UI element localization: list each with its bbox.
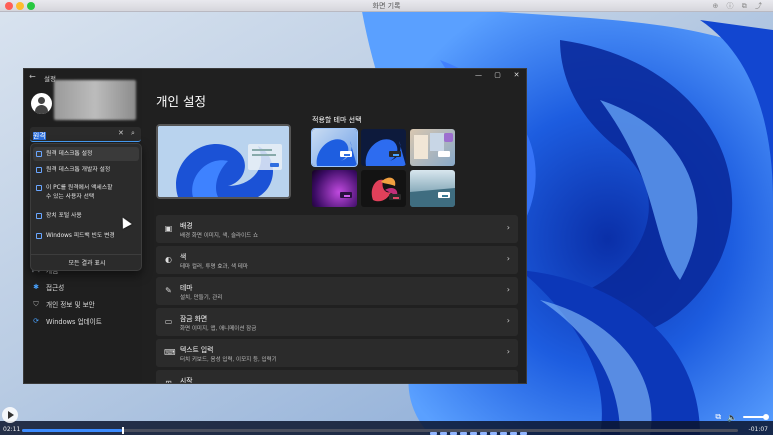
back-arrow-icon[interactable]: ← [29,72,36,81]
clear-search-icon[interactable]: ✕ [118,129,124,137]
keyboard-icon: ⌨ [164,348,176,357]
time-remaining: -01:07 [748,426,768,433]
maximize-button[interactable]: ▢ [488,69,507,83]
theme-tile[interactable] [361,170,406,207]
users-icon [36,185,42,191]
avatar[interactable] [31,93,52,114]
chevron-right-icon: › [506,254,510,263]
shield-icon: ⛉ [33,299,39,308]
lock-screen-icon: ▭ [164,317,173,326]
play-button[interactable] [2,407,18,423]
feedback-icon [36,233,42,239]
minimize-button[interactable]: — [469,69,488,83]
player-toolbar-icons[interactable]: ⊕ ⓘ ⧉ ⤴ [712,1,765,11]
theme-preview [156,124,291,199]
palette-icon: ◐ [165,255,172,264]
playback-scrubber[interactable] [22,427,738,434]
theme-tile[interactable] [410,170,455,207]
window-controls: — ▢ ✕ [469,69,526,83]
image-icon: ▣ [164,224,173,233]
search-result-item[interactable]: 원격 데스크톱 개발자 설정 [33,166,139,175]
player-title: 화면 기록 [372,2,401,10]
device-portal-icon [36,213,42,219]
start-icon: ⊞ [165,379,172,384]
chevron-right-icon: › [506,316,510,325]
preview-image [158,126,289,197]
page-title: 개인 설정 [156,94,206,109]
card-lock-screen[interactable]: ▭ 잠금 화면 화면 이미지, 앱, 애니메이션 잠금 › [156,308,518,336]
theme-tile[interactable] [410,129,455,166]
developer-icon [36,167,42,173]
update-icon: ⟳ [33,317,39,325]
search-result-item[interactable]: 원격 데스크톱 설정 [33,147,139,161]
volume-slider[interactable] [743,414,769,420]
theme-tile[interactable] [361,129,406,166]
chevron-right-icon: › [506,285,510,294]
theme-tile[interactable] [312,170,357,207]
chevron-right-icon: › [506,223,510,232]
search-input[interactable]: 원격 ✕ ⌕ [30,127,141,142]
close-button[interactable]: ✕ [507,69,526,83]
sidebar-item-windows-update[interactable]: ⟳ Windows 업데이트 [32,316,102,326]
playback-progress-fill [22,429,123,432]
search-suggestions: 원격 데스크톱 설정 원격 데스크톱 개발자 설정 이 PC를 원격에서 액세스… [30,143,142,271]
theme-section-label: 적용할 테마 선택 [312,116,362,124]
profile-info-redacted [54,80,136,120]
sidebar-item-privacy[interactable]: ⛉ 개인 정보 및 보안 [32,299,94,310]
card-text-input[interactable]: ⌨ 텍스트 입력 터치 키보드, 음성 입력, 이모지 등, 입력기 › [156,339,518,367]
search-result-item[interactable]: Windows 피드백 빈도 변경 [33,232,139,241]
playback-scrubber-handle[interactable] [122,427,125,434]
card-themes[interactable]: ✎ 테마 설치, 만들기, 관리 › [156,277,518,305]
player-titlebar: 화면 기록 ⊕ ⓘ ⧉ ⤴ [0,0,773,12]
player-right-controls: ⧉ 🔈 [715,412,769,422]
show-all-results-link[interactable]: 모든 결과 표시 [31,258,143,267]
volume-icon[interactable]: 🔈 [727,413,737,422]
settings-window: — ▢ ✕ ← 설정 원격 ✕ ⌕ 🎮게임 ✱접근성 ⛉개인 정보 및 보안 ⟳… [23,68,527,384]
chevron-right-icon: › [506,347,510,356]
sidebar-item-accessibility[interactable]: ✱ 접근성 [32,282,64,292]
brush-icon: ✎ [165,286,172,295]
search-result-item[interactable]: 이 PC를 원격에서 액세스할 수 있는 사용자 선택 [33,184,113,201]
airplay-icon[interactable]: ⧉ [715,412,721,422]
card-colors[interactable]: ◐ 색 테마 컬러, 투명 효과, 색 테마 › [156,246,518,274]
time-elapsed: 02:11 [3,426,21,433]
remote-desktop-icon [36,151,42,157]
theme-tile[interactable] [311,128,358,167]
player-controls-bar [0,421,773,435]
card-background[interactable]: ▣ 배경 배경 화면 이미지, 색, 슬라이드 쇼 › [156,215,518,243]
search-input-value: 원격 [33,132,46,140]
accessibility-icon: ✱ [33,283,39,291]
card-start[interactable]: ⊞ 시작 [156,370,518,384]
divider [31,254,141,255]
search-icon[interactable]: ⌕ [131,129,135,138]
